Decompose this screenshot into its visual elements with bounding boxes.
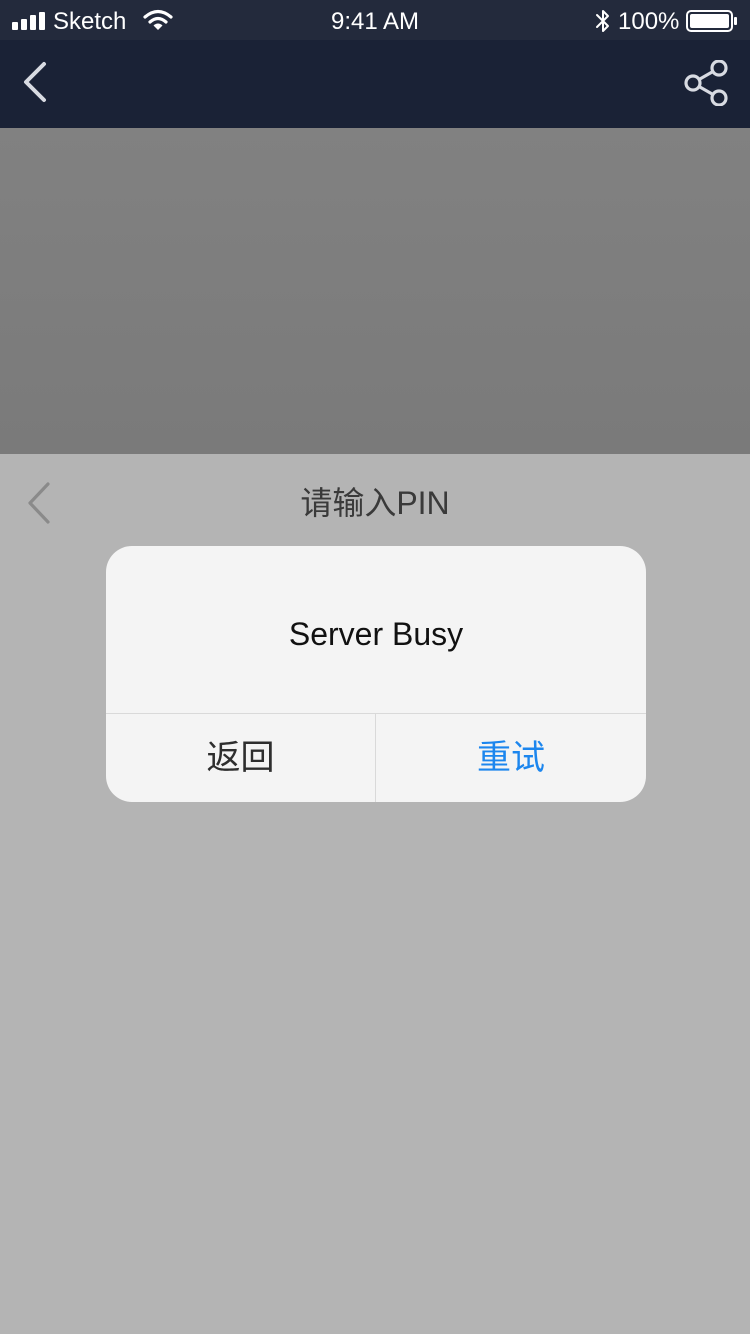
battery-percentage: 100% [618,8,680,35]
back-icon[interactable] [18,58,54,106]
share-icon[interactable] [684,60,730,106]
pin-sheet-title: 请输入PIN [300,485,450,521]
battery-icon [686,10,737,32]
navigation-bar: Sketch 9:41 AM 100% [0,0,750,128]
alert-dialog: Server Busy 返回 重试 [106,546,646,802]
status-bar: Sketch 9:41 AM 100% [0,0,750,40]
back-button[interactable]: 返回 [106,714,376,802]
retry-button[interactable]: 重试 [376,714,646,802]
content-area-dimmed [0,128,750,454]
alert-message: Server Busy [288,616,464,652]
bluetooth-icon [596,10,609,32]
